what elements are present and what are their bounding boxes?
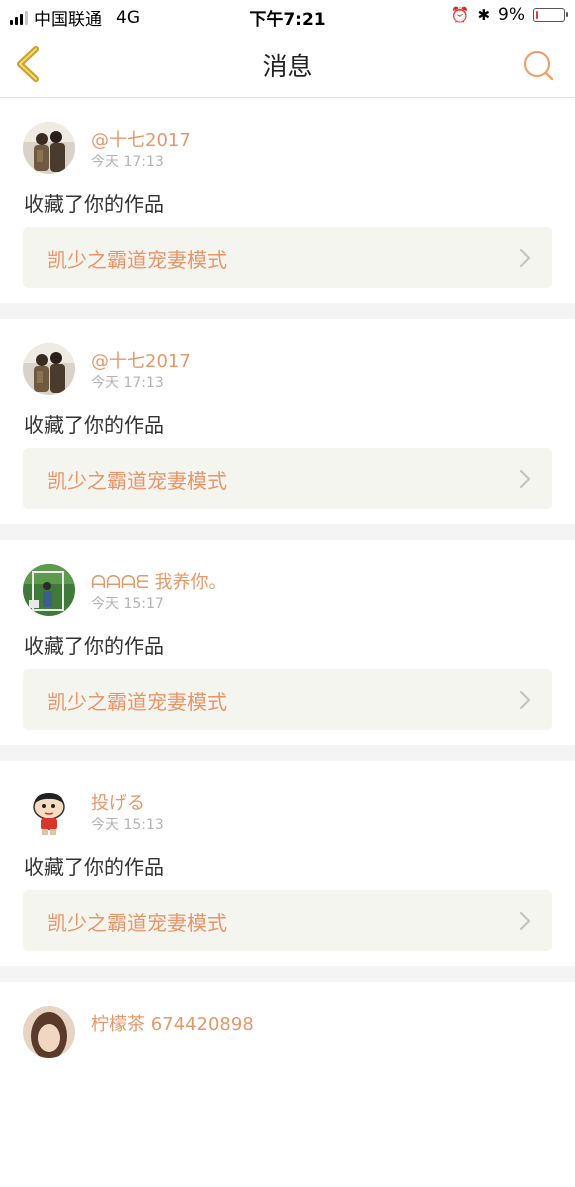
- chevron-right-icon: [519, 690, 531, 710]
- work-link[interactable]: 凯少之霸道宠妻模式: [23, 448, 552, 509]
- message-item: 投げる 今天 15:13 收藏了你的作品 凯少之霸道宠妻模式: [0, 761, 575, 966]
- message-item: @十七2017 今天 17:13 收藏了你的作品 凯少之霸道宠妻模式: [0, 98, 575, 303]
- bluetooth-icon: ✱: [477, 6, 491, 24]
- avatar[interactable]: [23, 785, 75, 837]
- avatar[interactable]: [23, 564, 75, 616]
- status-right: ⏰ ✱ 9%: [450, 5, 568, 25]
- status-bar: 中国联通 4G 下午7:21 ⏰ ✱ 9%: [0, 0, 575, 32]
- work-title: 凯少之霸道宠妻模式: [47, 469, 227, 493]
- work-title: 凯少之霸道宠妻模式: [47, 248, 227, 272]
- action-text: 收藏了你的作品: [24, 855, 164, 879]
- timestamp: 今天 17:13: [91, 154, 164, 170]
- chevron-right-icon: [519, 248, 531, 268]
- avatar[interactable]: [23, 122, 75, 174]
- timestamp: 今天 17:13: [91, 375, 164, 391]
- username[interactable]: ᗩᗩᗩᗴ 我养你。: [91, 568, 227, 594]
- username[interactable]: 柠檬茶 674420898: [91, 1010, 254, 1036]
- divider: [0, 303, 575, 319]
- action-text: 收藏了你的作品: [24, 634, 164, 658]
- timestamp: 今天 15:13: [91, 817, 164, 833]
- username[interactable]: @十七2017: [91, 347, 191, 373]
- username[interactable]: @十七2017: [91, 126, 191, 152]
- message-item: @十七2017 今天 17:13 收藏了你的作品 凯少之霸道宠妻模式: [0, 319, 575, 524]
- avatar[interactable]: [23, 1006, 75, 1058]
- timestamp: 今天 15:17: [91, 596, 164, 612]
- battery-level: [536, 11, 538, 19]
- divider: [0, 966, 575, 982]
- action-text: 收藏了你的作品: [24, 413, 164, 437]
- work-title: 凯少之霸道宠妻模式: [47, 911, 227, 935]
- divider: [0, 524, 575, 540]
- work-title: 凯少之霸道宠妻模式: [47, 690, 227, 714]
- chevron-right-icon: [519, 911, 531, 931]
- page-title: 消息: [262, 52, 313, 81]
- nav-bar: 消息: [0, 32, 575, 98]
- divider: [0, 745, 575, 761]
- work-link[interactable]: 凯少之霸道宠妻模式: [23, 227, 552, 288]
- battery-percent: 9%: [498, 5, 525, 25]
- work-link[interactable]: 凯少之霸道宠妻模式: [23, 669, 552, 730]
- action-text: 收藏了你的作品: [24, 192, 164, 216]
- search-icon: [523, 50, 554, 81]
- username[interactable]: 投げる: [91, 789, 145, 815]
- alarm-icon: ⏰: [450, 6, 470, 24]
- message-item: ᗩᗩᗩᗴ 我养你。 今天 15:17 收藏了你的作品 凯少之霸道宠妻模式: [0, 540, 575, 745]
- search-button[interactable]: [521, 48, 555, 82]
- battery-icon: [533, 8, 568, 22]
- message-item: 柠檬茶 674420898: [0, 982, 575, 1187]
- chevron-right-icon: [519, 469, 531, 489]
- avatar[interactable]: [23, 343, 75, 395]
- work-link[interactable]: 凯少之霸道宠妻模式: [23, 890, 552, 951]
